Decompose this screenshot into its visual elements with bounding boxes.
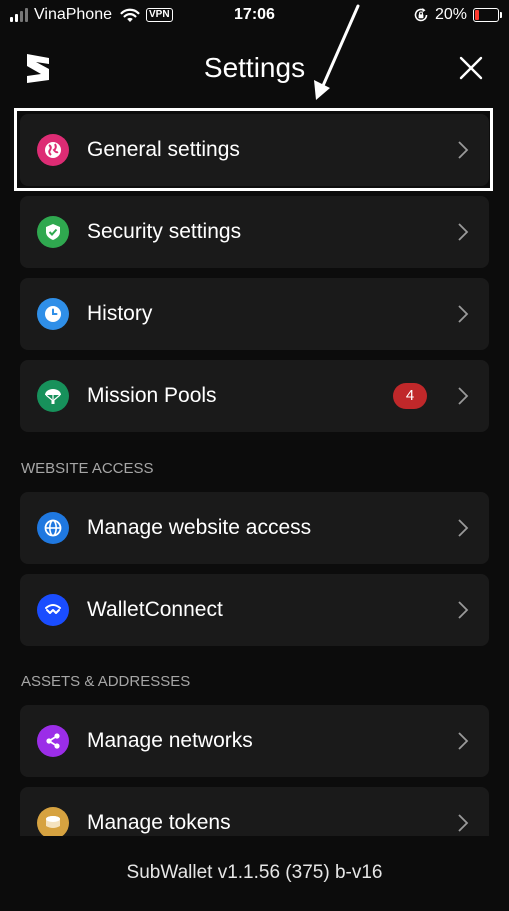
walletconnect-icon [37, 594, 69, 626]
status-right: 20% [413, 6, 502, 24]
walletconnect-item[interactable]: WalletConnect [20, 574, 489, 646]
status-bar: VinaPhone VPN 17:06 20% [0, 0, 509, 32]
chevron-right-icon [458, 601, 469, 619]
close-icon[interactable] [457, 54, 485, 82]
header: Settings [0, 44, 509, 92]
coins-icon [37, 807, 69, 836]
globe-icon [37, 134, 69, 166]
notification-badge: 4 [393, 383, 427, 409]
manage-tokens-label: Manage tokens [87, 811, 231, 834]
settings-list: General settings Security settings Histo… [20, 114, 489, 836]
chevron-right-icon [458, 141, 469, 159]
manage-tokens-item[interactable]: Manage tokens [20, 787, 489, 836]
section-website-access: WEBSITE ACCESS [21, 460, 154, 477]
clock-icon [37, 298, 69, 330]
history-item[interactable]: History [20, 278, 489, 350]
mission-pools-item[interactable]: Mission Pools 4 [20, 360, 489, 432]
globe-icon [37, 512, 69, 544]
rotation-lock-icon [414, 8, 428, 22]
chevron-right-icon [458, 305, 469, 323]
manage-website-access-item[interactable]: Manage website access [20, 492, 489, 564]
walletconnect-label: WalletConnect [87, 598, 223, 621]
parachute-icon [37, 380, 69, 412]
chevron-right-icon [458, 814, 469, 832]
chevron-right-icon [458, 732, 469, 750]
chevron-right-icon [458, 223, 469, 241]
chevron-right-icon [458, 519, 469, 537]
mission-pools-label: Mission Pools [87, 384, 217, 407]
security-settings-label: Security settings [87, 220, 242, 243]
manage-networks-label: Manage networks [87, 729, 253, 752]
battery-percent: 20% [434, 6, 467, 23]
manage-networks-item[interactable]: Manage networks [20, 705, 489, 777]
battery-icon [473, 8, 502, 22]
manage-website-access-label: Manage website access [87, 516, 312, 539]
share-network-icon [37, 725, 69, 757]
version-label: SubWallet v1.1.56 (375) b-v16 [126, 862, 383, 883]
chevron-right-icon [458, 387, 469, 405]
page-title: Settings [203, 52, 306, 83]
section-assets-addresses: ASSETS & ADDRESSES [21, 673, 191, 690]
general-settings-label: General settings [87, 138, 240, 161]
security-settings-item[interactable]: Security settings [20, 196, 489, 268]
history-label: History [87, 302, 153, 325]
shield-check-icon [37, 216, 69, 248]
general-settings-item[interactable]: General settings [20, 114, 489, 186]
